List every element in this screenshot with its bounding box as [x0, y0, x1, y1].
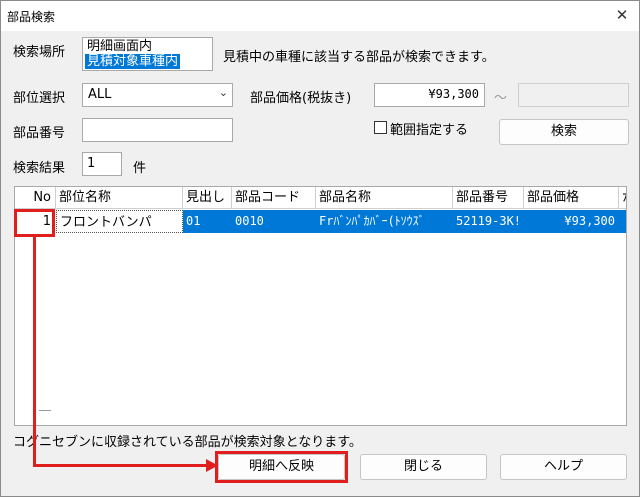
search-button[interactable]: 検索: [499, 119, 629, 145]
part-price-from-value: ¥93,300: [428, 87, 479, 101]
result-label: 検索結果: [13, 161, 66, 176]
column-header-more[interactable]: か: [619, 187, 626, 209]
column-header-part-code[interactable]: 部品コード: [232, 187, 316, 209]
close-button[interactable]: 閉じる: [360, 454, 487, 480]
search-location-option-detail[interactable]: 明細画面内: [85, 39, 154, 54]
search-location-description: 見積中の車種に該当する部品が検索できます。: [223, 50, 495, 65]
column-header-position-name[interactable]: 部位名称: [56, 187, 183, 209]
range-checkbox-label[interactable]: 範囲指定する: [390, 119, 468, 138]
column-header-no[interactable]: No: [15, 187, 56, 209]
part-price-from-field[interactable]: ¥93,300: [374, 83, 485, 107]
range-checkbox[interactable]: [374, 121, 387, 134]
row-part-number: 52119-3K!: [453, 210, 524, 233]
result-table[interactable]: No 部位名称 見出し 部品コード 部品名称 部品番号 部品価格 か 1 フロン…: [14, 186, 627, 426]
scroll-indicator: [39, 410, 51, 411]
part-position-value: ALL: [88, 87, 112, 102]
search-location-listbox[interactable]: 明細画面内 見積対象車種内: [82, 37, 213, 71]
row-heading: 01: [183, 210, 232, 233]
column-header-part-name[interactable]: 部品名称: [316, 187, 453, 209]
part-price-to-field[interactable]: [518, 83, 629, 107]
part-number-field[interactable]: [82, 118, 233, 142]
price-range-separator: ～: [494, 91, 508, 106]
footer-note: コグニセブンに収録されている部品が検索対象となります。: [13, 435, 362, 450]
annotation-highlight-reflect-button: [215, 451, 348, 483]
title-bar: 部品検索 ✕: [1, 1, 639, 31]
result-count: 1: [87, 156, 96, 171]
part-position-label: 部位選択: [13, 91, 66, 106]
search-location-label: 検索場所: [13, 45, 66, 60]
window-title: 部品検索: [7, 10, 56, 24]
close-icon[interactable]: ✕: [611, 4, 633, 26]
column-header-part-price[interactable]: 部品価格: [524, 187, 619, 209]
row-more: [619, 210, 626, 233]
result-unit: 件: [133, 161, 147, 176]
row-part-price: ¥93,300: [524, 210, 619, 233]
row-part-code: 0010: [232, 210, 316, 233]
annotation-highlight-row-no: [14, 209, 55, 237]
chevron-down-icon: ⌄: [218, 86, 228, 99]
result-count-field: 1: [82, 152, 122, 176]
part-position-select[interactable]: ALL ⌄: [82, 83, 233, 107]
search-location-option-vehicle[interactable]: 見積対象車種内: [85, 54, 181, 69]
annotation-connector-vertical: [33, 237, 36, 466]
row-position-name[interactable]: フロントバンパ: [56, 210, 183, 233]
part-price-label: 部品価格(税抜き): [250, 91, 352, 106]
column-header-part-number[interactable]: 部品番号: [453, 187, 524, 209]
part-search-dialog: 部品検索 ✕ 検索場所 明細画面内 見積対象車種内 見積中の車種に該当する部品が…: [0, 0, 640, 497]
column-header-heading[interactable]: 見出し: [183, 187, 232, 209]
help-button[interactable]: ヘルプ: [500, 454, 627, 480]
part-number-label: 部品番号: [13, 126, 66, 141]
row-part-name: Frﾊﾞﾝﾊﾟｶﾊﾞｰ(ﾄｿｳｽﾞ: [316, 210, 453, 233]
annotation-connector-horizontal: [33, 464, 211, 467]
